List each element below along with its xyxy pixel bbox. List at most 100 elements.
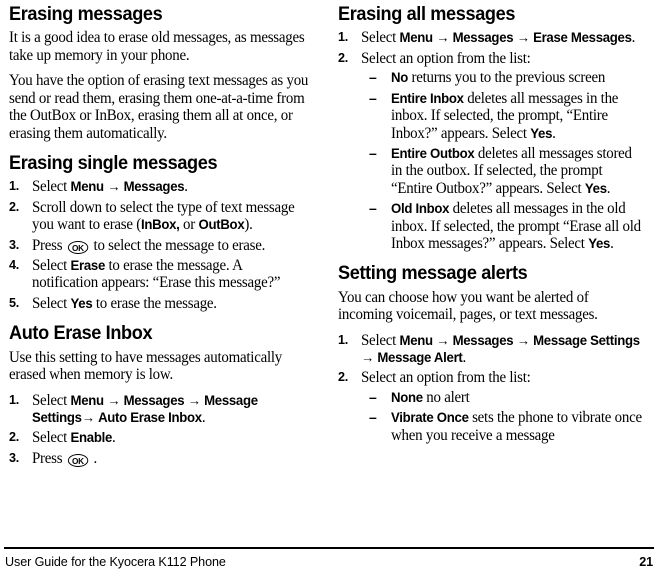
step-text: Select Erase to erase the message. A not… [32, 257, 281, 292]
step-item: 5. Select Yes to erase the message. [9, 295, 318, 312]
manual-page: Erasing messages It is a good idea to er… [0, 0, 658, 577]
steps-setting-message-alerts: 1. Select Menu → Messages → Message Setti… [338, 332, 654, 444]
footer-content: User Guide for the Kyocera K112 Phone 21 [5, 555, 653, 569]
dash-bullet-icon: – [369, 388, 377, 405]
ui-term: Yes [70, 295, 93, 311]
step-item: 1. Select Menu → Messages → Message Setti… [338, 332, 654, 367]
step-number: 1. [9, 392, 20, 407]
ui-term: Erase Messages [533, 30, 632, 46]
heading-erasing-messages: Erasing messages [9, 3, 163, 25]
option-list: – None no alert – Vibrate Once sets the pho… [361, 389, 654, 444]
body-paragraph: Use this setting to have messages automa… [9, 348, 283, 384]
step-text: Select Yes to erase the message. [32, 294, 217, 312]
step-text: Select Menu → Messages → Message Setting… [32, 391, 258, 426]
dash-bullet-icon: – [369, 409, 377, 426]
step-item: 2. Select an option from the list: – No ret… [338, 50, 654, 252]
ui-term: Message Settings [533, 332, 640, 348]
heading-erasing-all-messages: Erasing all messages [338, 3, 516, 25]
steps-erasing-single-messages: 1. Select Menu → Messages. 2. Scroll down t… [9, 178, 318, 312]
step-text: Select an option from the list: [361, 49, 531, 67]
page-footer: User Guide for the Kyocera K112 Phone 21 [0, 547, 658, 577]
ui-term: Enable [70, 430, 113, 446]
dash-bullet-icon: – [369, 69, 377, 86]
ui-term: Auto Erase Inbox [98, 409, 202, 425]
option-item: – Vibrate Once sets the phone to vibrate … [361, 409, 654, 444]
dash-bullet-icon: – [369, 144, 377, 161]
body-paragraph: You have the option of erasing text mess… [9, 72, 309, 142]
ui-term: Vibrate Once [391, 410, 469, 426]
heading-setting-message-alerts: Setting message alerts [338, 262, 528, 285]
option-list: – No returns you to the previous screen – E… [361, 69, 654, 252]
step-text: Scroll down to select the type of text m… [32, 198, 295, 234]
step-number: 1. [338, 332, 349, 347]
step-item: 3. Press OK to select the message to eras… [9, 237, 318, 254]
right-column: Erasing all messages 1. Select Menu → Mes… [330, 0, 658, 546]
arrow-icon: → [81, 409, 99, 425]
ui-term: Messages [452, 332, 514, 348]
body-paragraph: You can choose how you want be alerted o… [338, 288, 598, 324]
steps-auto-erase-inbox: 1. Select Menu → Messages → Message Setti… [9, 392, 318, 468]
ui-term: Message Alert [377, 350, 463, 366]
step-item: 2. Select Enable. [9, 429, 318, 446]
ui-term: Old Inbox [391, 201, 450, 217]
option-text: Vibrate Once sets the phone to vibrate o… [391, 409, 642, 444]
page-number: 21 [639, 555, 653, 569]
left-column: Erasing messages It is a good idea to er… [0, 0, 330, 546]
option-item: – No returns you to the previous screen [361, 69, 654, 86]
heading-auto-erase-inbox: Auto Erase Inbox [9, 322, 153, 345]
option-text: Entire Outbox deletes all messages store… [391, 144, 632, 197]
footer-divider [4, 547, 654, 549]
option-item: – Old Inbox deletes all messages in the o… [361, 200, 654, 252]
arrow-icon: → [103, 179, 124, 195]
ui-term: OutBox [198, 217, 245, 233]
heading-erasing-single-messages: Erasing single messages [9, 151, 218, 174]
step-number: 1. [9, 179, 20, 194]
option-text: Old Inbox deletes all messages in the ol… [391, 200, 641, 252]
paragraphs-setting-message-alerts: You can choose how you want be alerted o… [338, 289, 654, 324]
step-number: 2. [338, 50, 349, 65]
step-number: 4. [9, 258, 20, 272]
step-number: 5. [9, 295, 20, 310]
step-item: 3. Press OK . [9, 450, 318, 467]
step-number: 3. [9, 450, 20, 465]
option-item: – Entire Inbox deletes all messages in th… [361, 90, 654, 142]
ui-term: Entire Outbox [391, 145, 475, 161]
steps-erasing-all-messages: 1. Select Menu → Messages → Erase Message… [338, 29, 654, 252]
ui-term: Erase [70, 258, 106, 273]
ui-term: Messages [123, 392, 185, 408]
step-number: 2. [338, 370, 349, 385]
step-number: 3. [9, 237, 20, 252]
step-text: Select Menu → Messages. [32, 178, 188, 196]
ui-term: Messages [452, 30, 514, 46]
option-text: No returns you to the previous screen [391, 69, 606, 87]
ui-term: Messages [123, 179, 185, 195]
ok-key-icon: OK [67, 453, 89, 467]
footer-title: User Guide for the Kyocera K112 Phone [5, 555, 226, 569]
ok-key-icon: OK [67, 240, 89, 254]
step-item: 4. Select Erase to erase the message. A n… [9, 257, 318, 292]
option-text: Entire Inbox deletes all messages in the… [391, 89, 619, 142]
option-item: – Entire Outbox deletes all messages stor… [361, 145, 654, 197]
arrow-icon: → [103, 392, 124, 408]
step-text: Press OK . [32, 449, 98, 467]
arrow-icon: → [513, 30, 534, 46]
ui-term: InBox, [140, 217, 180, 233]
arrow-icon: → [184, 392, 205, 408]
ui-term: None [391, 389, 423, 405]
ui-term: Yes [530, 125, 553, 141]
arrow-icon: → [361, 350, 378, 366]
ui-term: Menu [70, 392, 105, 408]
ui-term: Menu [399, 332, 434, 348]
step-number: 1. [338, 30, 349, 45]
step-item: 1. Select Menu → Messages → Erase Message… [338, 29, 654, 46]
option-text: None no alert [391, 388, 470, 406]
body-paragraph: It is a good idea to erase old messages,… [9, 29, 305, 64]
arrow-icon: → [432, 30, 453, 46]
step-text: Select Menu → Messages → Message Setting… [361, 331, 640, 367]
ui-term: Yes [588, 235, 611, 251]
ui-term: Menu [70, 179, 105, 195]
page-columns: Erasing messages It is a good idea to er… [0, 0, 658, 546]
step-text: Press OK to select the message to erase. [32, 236, 266, 254]
step-text: Select Enable. [32, 429, 116, 447]
arrow-icon: → [513, 332, 534, 348]
